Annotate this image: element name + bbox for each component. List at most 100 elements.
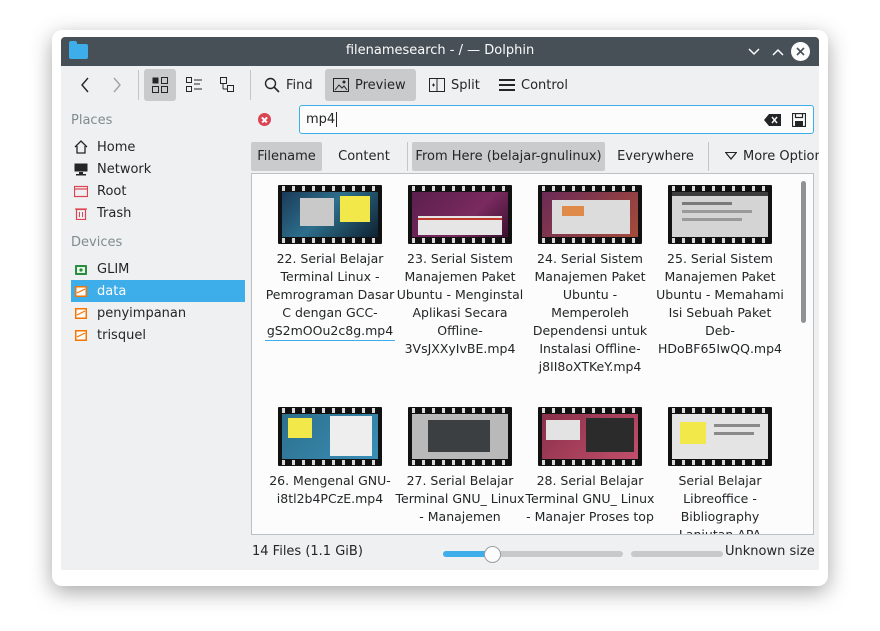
details-view-button[interactable] [212,69,244,101]
save-search-icon[interactable] [792,113,806,127]
places-panel: Places Home Network Root Trash Devices G… [61,107,251,507]
file-item[interactable]: 24. Serial Sistem Manajemen Paket Ubuntu… [525,185,655,376]
drive-icon [74,306,88,320]
from-here-button[interactable]: From Here (belajar-gnulinux) [412,142,605,171]
zoom-slider-handle[interactable] [484,546,501,563]
home-icon [74,140,88,154]
root-folder-icon [74,184,88,198]
video-thumbnail [538,185,642,244]
window-title: filenamesearch - / — Dolphin [345,43,535,58]
zoom-slider[interactable] [443,546,623,563]
network-icon [74,162,88,176]
file-item[interactable]: 27. Serial Belajar Terminal GNU_ Linux -… [395,407,525,526]
maximize-button[interactable] [768,42,787,61]
sidebar-item-label: penyimpanan [97,305,187,321]
file-name: 27. Serial Belajar Terminal GNU_ Linux -… [395,473,525,524]
search-filters: Filename Content From Here (belajar-gnul… [251,142,819,171]
file-item[interactable]: 25. Serial Sistem Manajemen Paket Ubuntu… [655,185,785,358]
details-view-icon [220,77,234,92]
file-item[interactable]: 23. Serial Sistem Manajemen Paket Ubuntu… [395,185,525,358]
search-icon [264,77,280,93]
icons-view-icon [152,77,168,93]
content-filter-button[interactable]: Content [327,142,401,171]
video-thumbnail [408,185,512,244]
find-button[interactable]: Find [258,69,319,101]
vertical-scrollbar[interactable] [801,181,806,323]
close-button[interactable] [791,42,810,61]
drive-icon [74,328,88,342]
find-label: Find [286,77,313,93]
chevron-down-icon [747,47,760,55]
video-thumbnail [538,407,642,466]
close-icon [796,47,805,56]
forward-button[interactable] [104,69,130,101]
free-space-label: Unknown size [725,544,815,559]
file-name: 22. Serial Belajar Terminal Linux - Pemr… [265,250,395,341]
file-view[interactable]: 22. Serial Belajar Terminal Linux - Pemr… [251,173,814,535]
preview-label: Preview [355,77,406,93]
drive-icon [74,284,88,298]
chevron-up-icon [771,48,784,56]
video-thumbnail [278,407,382,466]
video-thumbnail [668,185,772,244]
file-item[interactable]: 26. Mengenal GNU-i8tl2b4PCzE.mp4 [265,407,395,508]
sidebar-item-label: data [97,283,127,299]
minimize-button[interactable] [744,42,763,61]
compact-view-button[interactable] [178,69,210,101]
devices-heading: Devices [71,235,123,250]
filename-filter-button[interactable]: Filename [251,142,322,171]
control-button[interactable]: Control [493,69,574,101]
split-view-icon [429,78,445,92]
file-item[interactable]: 28. Serial Belajar Terminal GNU_ Linux -… [525,407,655,526]
split-label: Split [451,77,480,93]
more-options-button[interactable]: More Options [713,142,819,171]
compact-view-icon [186,77,202,92]
video-thumbnail [278,185,382,244]
sidebar-item-label: GLIM [97,261,130,277]
clear-text-icon[interactable] [764,114,781,126]
dolphin-window: filenamesearch - / — Dolphin Find Previe… [61,37,819,570]
status-bar: 14 Files (1.1 GiB) Unknown size [251,537,819,567]
sidebar-item-trisquel[interactable]: trisquel [71,324,245,346]
file-item[interactable]: 22. Serial Belajar Terminal Linux - Pemr… [265,185,395,341]
forward-arrow-icon [113,77,121,93]
main-toolbar: Find Preview Split Control [61,66,819,106]
file-count: 14 Files (1.1 GiB) [252,544,363,559]
free-space-bar [631,551,723,557]
file-name: 26. Mengenal GNU-i8tl2b4PCzE.mp4 [269,473,391,506]
close-search-button[interactable] [258,113,271,126]
icons-view-button[interactable] [144,69,176,101]
video-thumbnail [408,407,512,466]
file-name: 28. Serial Belajar Terminal GNU_ Linux -… [525,473,655,524]
sidebar-item-glim[interactable]: GLIM [71,258,245,280]
places-heading: Places [71,113,113,128]
sidebar-item-data[interactable]: data [71,280,245,302]
file-name: 24. Serial Sistem Manajemen Paket Ubuntu… [532,251,648,374]
hamburger-menu-icon [499,79,515,91]
everywhere-button[interactable]: Everywhere [610,142,701,171]
search-query: mp4 [306,112,338,127]
sidebar-item-trash[interactable]: Trash [71,202,245,224]
sidebar-item-penyimpanan[interactable]: penyimpanan [71,302,245,324]
sidebar-item-label: Trash [97,205,132,221]
file-name: Serial Belajar Libreoffice - Bibliograph… [678,473,762,535]
split-button[interactable]: Split [423,69,486,101]
title-bar: filenamesearch - / — Dolphin [61,37,819,66]
file-name: 23. Serial Sistem Manajemen Paket Ubuntu… [396,251,524,356]
funnel-icon [725,152,737,161]
preview-button[interactable]: Preview [325,69,416,101]
usb-drive-icon [74,262,88,276]
sidebar-item-label: Network [97,161,152,177]
sidebar-item-root[interactable]: Root [71,180,245,202]
more-options-label: More Options [743,149,819,164]
search-input[interactable]: mp4 [299,105,814,134]
sidebar-item-network[interactable]: Network [71,158,245,180]
back-arrow-icon [81,77,89,93]
file-item[interactable]: Serial Belajar Libreoffice - Bibliograph… [655,407,785,535]
file-name: 25. Serial Sistem Manajemen Paket Ubuntu… [656,251,784,356]
control-label: Control [521,77,568,93]
video-thumbnail [668,407,772,466]
back-button[interactable] [72,69,98,101]
sidebar-item-label: Home [97,139,136,155]
sidebar-item-home[interactable]: Home [71,136,245,158]
